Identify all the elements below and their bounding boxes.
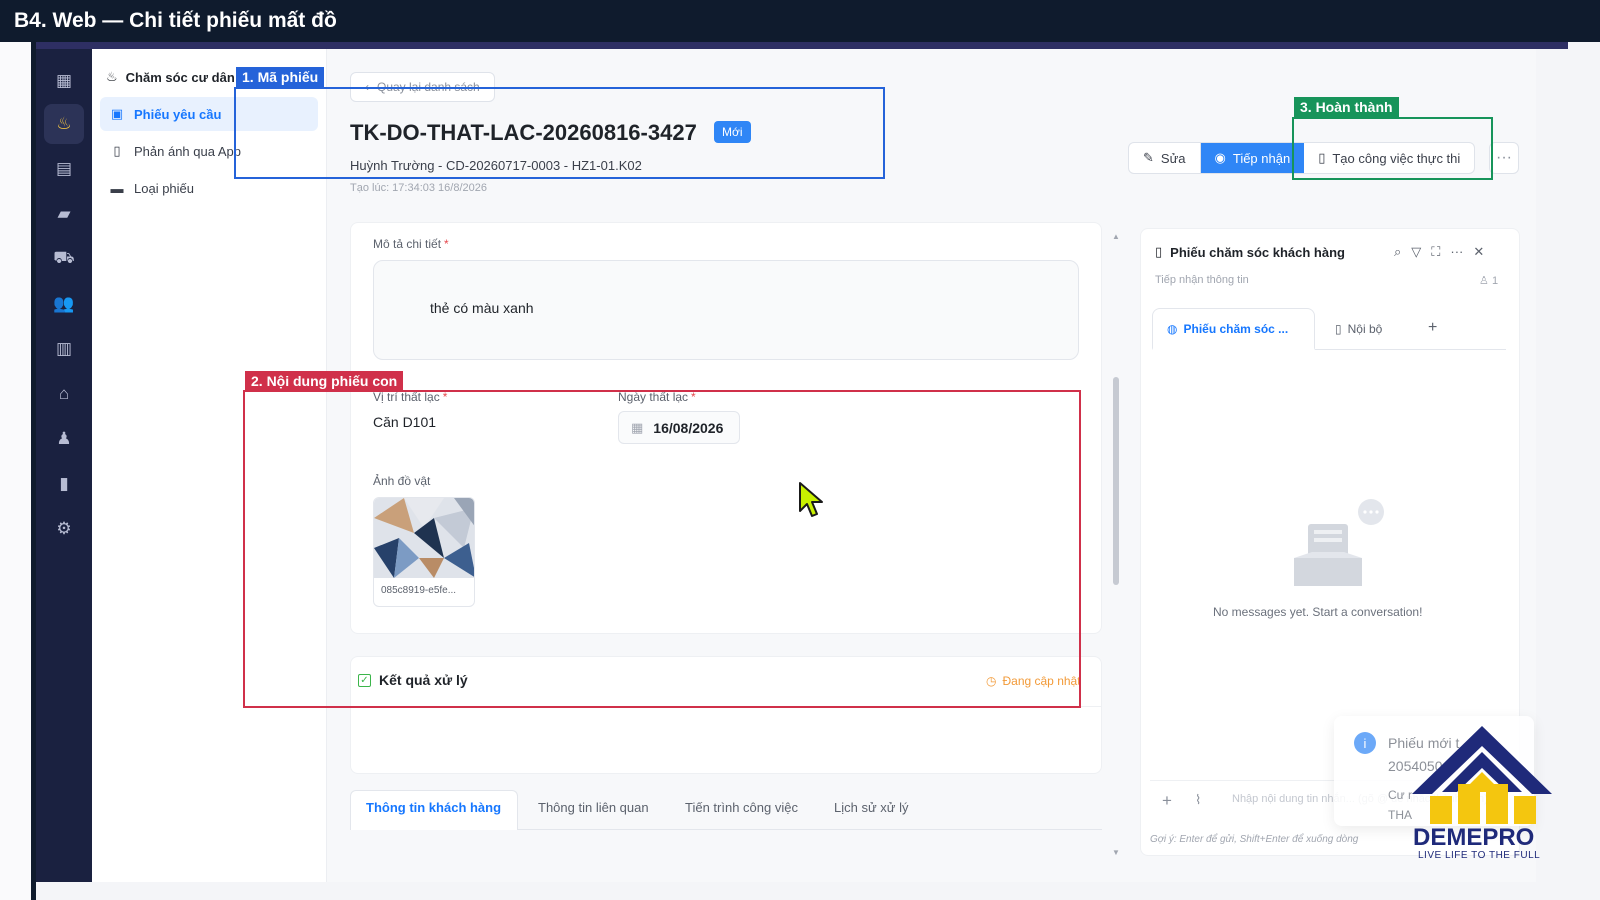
chat-hint: Gợi ý: Enter để gửi, Shift+Enter để xuốn… <box>1150 834 1359 845</box>
created-at: Tạo lúc: 17:34:03 16/8/2026 <box>350 182 487 194</box>
subnav-header-label: Chăm sóc cư dân <box>125 69 235 85</box>
store-icon[interactable]: ⌂ <box>44 374 84 414</box>
building-icon[interactable]: ▦ <box>44 61 84 101</box>
empty-chat-text: No messages yet. Start a conversation! <box>1213 605 1423 619</box>
close-icon[interactable]: ✕ <box>1473 244 1484 260</box>
document-icon: ▯ <box>1335 322 1342 336</box>
resident-care-icon[interactable]: ♨ <box>44 104 84 144</box>
subnav-item-label: Loại phiếu <box>134 180 194 196</box>
calculator-icon[interactable]: ▤ <box>44 149 84 189</box>
annotation-box-ticket-code <box>234 87 885 179</box>
tab-related-info[interactable]: Thông tin liên quan <box>538 800 649 815</box>
users-icon[interactable]: 👥 <box>44 284 84 324</box>
mouse-cursor-icon <box>799 482 823 517</box>
left-margin <box>0 42 33 900</box>
tab-work-progress[interactable]: Tiến trình công việc <box>685 800 798 815</box>
annotation-box-sub-ticket <box>243 390 1081 708</box>
subnav-item-label: Phản ánh qua App <box>134 143 241 159</box>
more-actions-button[interactable]: ··· <box>1489 142 1519 174</box>
description-value: thẻ có màu xanh <box>430 300 534 316</box>
car-icon[interactable]: ⛟ <box>44 239 84 279</box>
chat-toolbar: ⌕ ▽ ⛶ ··· ✕ <box>1394 244 1484 260</box>
accent-line <box>33 42 1568 49</box>
video-title: B4. Web — Chi tiết phiếu mất đồ <box>14 9 337 32</box>
tab-history[interactable]: Lịch sử xử lý <box>834 800 908 815</box>
edit-button[interactable]: ✎ Sửa <box>1129 143 1201 173</box>
subnav-item-label: Phiếu yêu cầu <box>134 106 222 122</box>
document-icon: ▯ <box>1155 244 1163 259</box>
annotation-label-ticket-code: 1. Mã phiếu <box>236 67 325 87</box>
annotation-label-complete: 3. Hoàn thành <box>1294 97 1399 117</box>
more-icon[interactable]: ··· <box>1450 244 1463 260</box>
chart-icon[interactable]: ▮ <box>44 464 84 504</box>
bottom-strip <box>36 882 1600 900</box>
scrollbar-thumb[interactable] <box>1113 377 1119 585</box>
briefcase-icon[interactable]: ▰ <box>44 194 84 234</box>
toast-line-4: THA <box>1388 808 1412 822</box>
edit-label: Sửa <box>1160 150 1186 166</box>
chat-tab-internal[interactable]: ▯ Nội bộ <box>1335 322 1382 336</box>
brand-tagline: LIVE LIFE TO THE FULL <box>1418 850 1541 861</box>
pencil-icon: ✎ <box>1143 150 1154 165</box>
annotation-box-complete <box>1292 117 1493 180</box>
phone-icon: ▯ <box>113 143 121 158</box>
resident-care-icon: ♨ <box>106 69 118 84</box>
scroll-down-icon[interactable]: ▼ <box>1112 848 1120 857</box>
ticket-icon: ▣ <box>110 106 124 121</box>
receive-button[interactable]: ◉ Tiếp nhận <box>1200 143 1305 173</box>
description-label: Mô tả chi tiết * <box>373 237 449 251</box>
person-icon[interactable]: ♟ <box>44 419 84 459</box>
add-tab-button[interactable]: + <box>1428 319 1437 337</box>
annotation-label-sub-ticket: 2. Nội dung phiếu con <box>245 371 404 391</box>
participant-count: ♙ 1 <box>1479 275 1499 287</box>
attachment-icon[interactable]: ⌇ <box>1195 792 1201 808</box>
expand-icon[interactable]: ⛶ <box>1431 244 1440 260</box>
icon-rail: ▦ ♨ ▤ ▰ ⛟ 👥 ▥ ⌂ ♟ ▮ ⚙ <box>36 49 92 882</box>
empty-inbox-illustration <box>1294 499 1384 586</box>
search-icon[interactable]: ⌕ <box>1394 244 1401 260</box>
user-icon: ♙ <box>1479 275 1489 287</box>
toast-line-3: Cư r <box>1388 788 1413 802</box>
globe-icon: ◍ <box>1167 322 1178 336</box>
chat-subtitle: Tiếp nhận thông tin <box>1155 274 1249 286</box>
info-icon: i <box>1354 732 1376 754</box>
add-icon[interactable]: + <box>1162 791 1172 811</box>
video-title-bar: B4. Web — Chi tiết phiếu mất đồ <box>0 0 1600 42</box>
apartment-icon[interactable]: ▥ <box>44 329 84 369</box>
scroll-up-icon[interactable]: ▲ <box>1112 232 1120 241</box>
play-circle-icon: ◉ <box>1214 150 1226 165</box>
filter-icon[interactable]: ▽ <box>1411 244 1421 260</box>
chat-header: ▯ Phiếu chăm sóc khách hàng <box>1155 244 1345 260</box>
settings-icon[interactable]: ⚙ <box>44 509 84 549</box>
receive-label: Tiếp nhận <box>1232 150 1291 166</box>
tab-customer-info[interactable]: Thông tin khách hàng <box>366 800 501 815</box>
chat-title: Phiếu chăm sóc khách hàng <box>1170 244 1345 260</box>
chat-tab-customer-care[interactable]: ◍ Phiếu chăm sóc ... <box>1167 322 1288 336</box>
brand-name: DEMEPRO <box>1413 824 1535 851</box>
card-icon: ▬ <box>110 180 124 196</box>
subnav-header: ♨ Chăm sóc cư dân <box>106 69 235 85</box>
